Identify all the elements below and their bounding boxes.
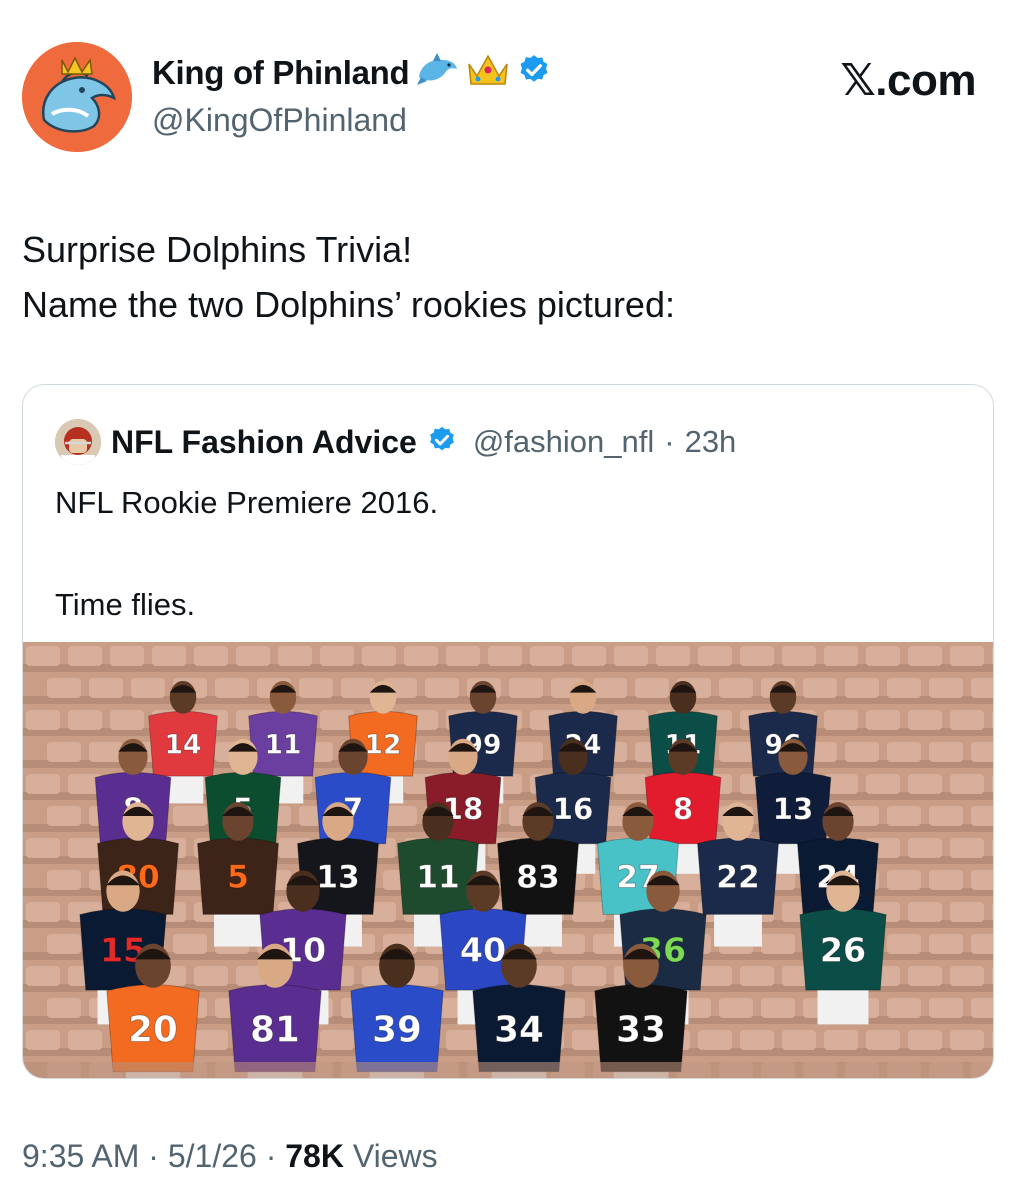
stadium-seats-team-photo: 1411129924119685718168138051311832722241…	[23, 642, 993, 1078]
tweet-text-line: Name the two Dolphins’ rookies pictured:	[22, 284, 675, 325]
jersey-number: 39	[372, 1009, 422, 1050]
author-name-row: King of Phinland	[152, 50, 551, 95]
views-count: 78K	[285, 1138, 344, 1174]
quoted-author-avatar[interactable]	[55, 419, 101, 465]
jersey-number: 14	[165, 729, 202, 760]
rookie-group-photo[interactable]: 1411129924119685718168138051311832722241…	[23, 642, 993, 1078]
author-avatar[interactable]	[22, 42, 132, 152]
quoted-separator: ·	[664, 424, 675, 459]
tweet-date[interactable]: 5/1/26	[168, 1138, 257, 1174]
meta-separator: ·	[265, 1138, 277, 1174]
jersey-number: 8	[673, 792, 693, 826]
verified-badge-icon	[427, 425, 457, 460]
helmet-portrait-icon	[55, 419, 101, 465]
quoted-text-line: Time flies.	[55, 587, 196, 622]
brand-domain-label: .com	[875, 56, 976, 105]
jersey-number: 20	[128, 1009, 178, 1050]
x-logo-icon: 𝕏	[840, 55, 876, 106]
tweet-text: Surprise Dolphins Trivia! Name the two D…	[22, 222, 982, 332]
tweet-time[interactable]: 9:35 AM	[22, 1138, 139, 1174]
tweet-header: King of Phinland @KingOfPhinland 𝕏.com	[0, 0, 1016, 170]
jersey-number: 12	[365, 729, 402, 760]
jersey-number: 11	[416, 860, 460, 896]
quoted-display-name[interactable]: NFL Fashion Advice	[111, 424, 417, 461]
author-display-name[interactable]: King of Phinland	[152, 54, 410, 92]
author-handle[interactable]: @KingOfPhinland	[152, 102, 407, 139]
quoted-tweet-text: NFL Rookie Premiere 2016. Time flies.	[55, 477, 438, 630]
views-label: Views	[352, 1138, 438, 1174]
dolphin-emoji-icon	[415, 51, 459, 94]
quoted-age[interactable]: 23h	[685, 424, 737, 460]
jersey-number: 33	[616, 1009, 666, 1050]
tweet-meta: 9:35 AM · 5/1/26 · 78K Views	[22, 1138, 438, 1175]
jersey-number: 83	[516, 860, 560, 896]
jersey-number: 11	[265, 729, 302, 760]
jersey-number: 13	[773, 792, 814, 826]
jersey-number: 34	[494, 1009, 544, 1050]
tweet-text-line: Surprise Dolphins Trivia!	[22, 229, 413, 270]
quoted-text-line: NFL Rookie Premiere 2016.	[55, 485, 439, 520]
jersey-number: 26	[820, 931, 866, 970]
jersey-number: 5	[227, 860, 249, 896]
verified-badge-icon	[517, 53, 551, 92]
quoted-tweet-header: NFL Fashion Advice @fashion_nfl · 23h	[55, 419, 736, 465]
jersey-number: 16	[553, 792, 594, 826]
jersey-number: 81	[250, 1009, 300, 1050]
x-brand-logo[interactable]: 𝕏.com	[840, 55, 976, 106]
quoted-handle[interactable]: @fashion_nfl	[473, 424, 654, 460]
crown-emoji-icon	[465, 50, 511, 95]
jersey-number: 13	[316, 860, 360, 896]
jersey-number: 40	[460, 931, 506, 970]
meta-separator: ·	[148, 1138, 159, 1174]
dolphin-king-avatar-icon	[22, 42, 132, 152]
quoted-tweet[interactable]: NFL Fashion Advice @fashion_nfl · 23h NF…	[22, 384, 994, 1079]
quoted-text-line	[55, 528, 438, 579]
jersey-number: 22	[716, 860, 760, 896]
